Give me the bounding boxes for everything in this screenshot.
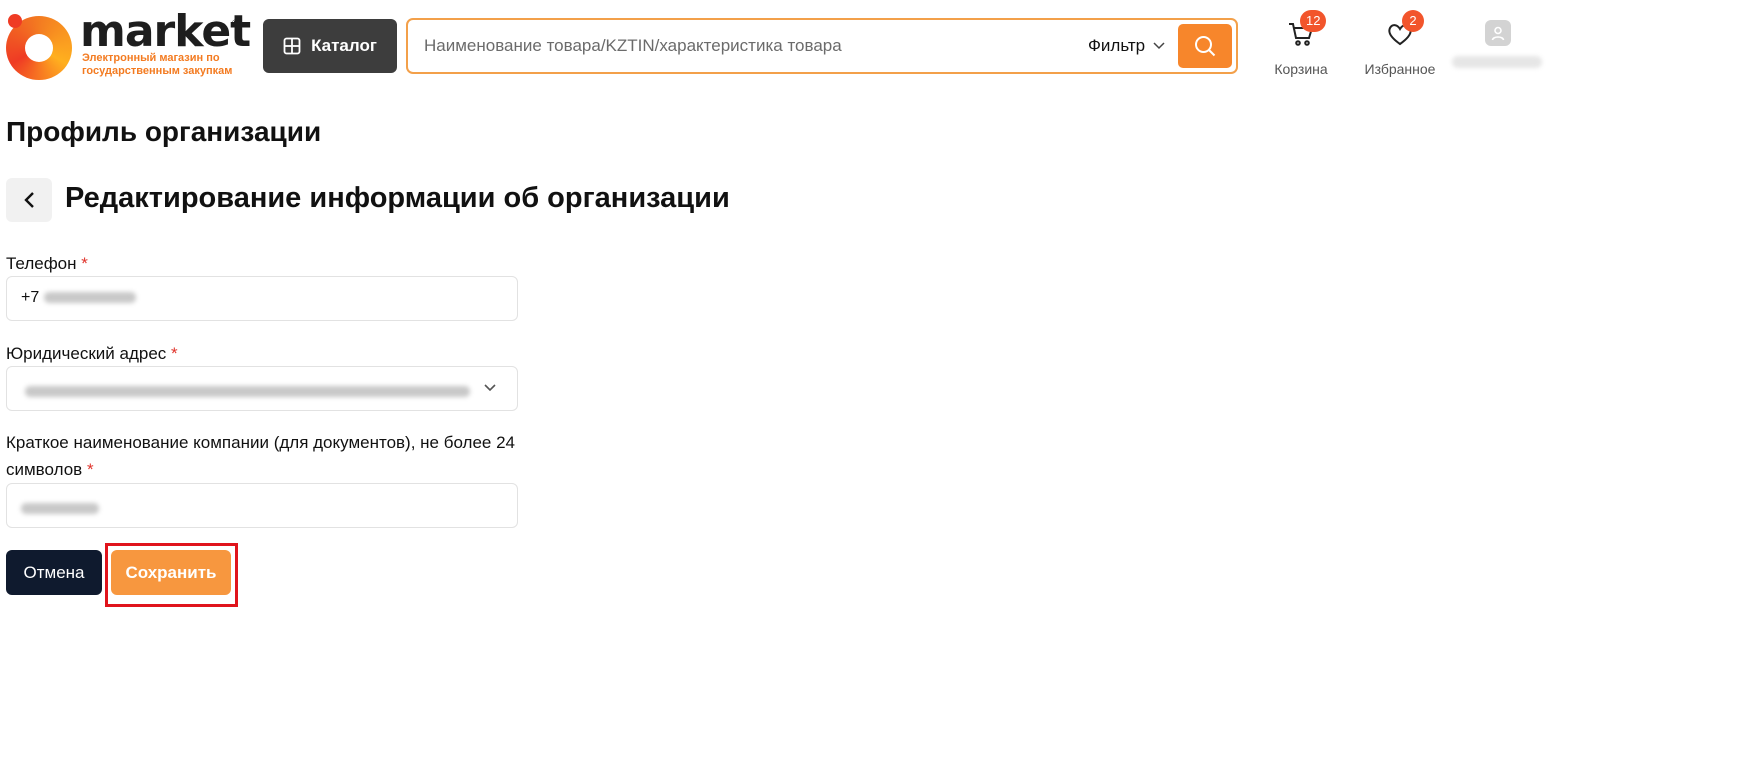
phone-input[interactable]: +7	[6, 276, 518, 321]
cart-label: Корзина	[1274, 61, 1328, 77]
search-icon	[1195, 36, 1216, 57]
phone-label-text: Телефон	[6, 254, 77, 273]
chevron-down-icon	[1153, 42, 1165, 50]
chevron-left-icon	[24, 192, 34, 208]
save-button[interactable]: Сохранить	[111, 550, 231, 595]
short-name-value	[21, 500, 99, 518]
favorites-button[interactable]: 2 Избранное	[1360, 10, 1440, 77]
address-label-text: Юридический адрес	[6, 344, 167, 363]
user-icon	[1485, 20, 1511, 46]
profile-name-blurred	[1452, 56, 1542, 68]
logo-dot-icon	[8, 14, 22, 28]
search-button[interactable]	[1178, 24, 1232, 68]
header: market ® Электронный магазин по государс…	[0, 0, 1744, 90]
chevron-down-icon	[484, 384, 496, 392]
search-box: Фильтр	[406, 18, 1238, 74]
section-title: Редактирование информации об организации	[65, 182, 730, 214]
logo-tagline: Электронный магазин по государственным з…	[82, 52, 233, 77]
address-select[interactable]	[6, 366, 518, 411]
short-name-label-text: Краткое наименование компании (для докум…	[6, 433, 516, 479]
cancel-button[interactable]: Отмена	[6, 550, 102, 595]
required-mark: *	[171, 344, 178, 363]
address-text-blurred	[25, 386, 470, 398]
logo-registered-mark: ®	[232, 18, 239, 28]
cart-button[interactable]: 12 Корзина	[1268, 10, 1334, 77]
short-name-blurred	[21, 503, 99, 515]
address-label: Юридический адрес *	[6, 340, 178, 367]
filter-label: Фильтр	[1088, 36, 1146, 55]
page-title: Профиль организации	[6, 116, 322, 147]
cart-count-badge: 12	[1300, 10, 1327, 32]
phone-number-blurred	[43, 292, 136, 304]
market-logo[interactable]: market ® Электронный магазин по государс…	[6, 6, 251, 80]
search-input[interactable]	[424, 28, 1064, 64]
back-button[interactable]	[6, 178, 52, 222]
short-name-input[interactable]	[6, 483, 518, 528]
required-mark: *	[81, 254, 88, 273]
short-name-label: Краткое наименование компании (для докум…	[6, 429, 526, 483]
address-value	[25, 383, 470, 401]
required-mark: *	[86, 460, 94, 479]
favorites-count-badge: 2	[1402, 10, 1424, 32]
catalog-button[interactable]: Каталог	[263, 19, 397, 73]
favorites-label: Избранное	[1364, 61, 1436, 77]
phone-value: +7	[21, 289, 136, 307]
phone-prefix: +7	[21, 289, 40, 306]
phone-label: Телефон *	[6, 250, 88, 277]
profile-button[interactable]	[1452, 16, 1544, 68]
logo-word: market	[80, 6, 251, 57]
catalog-label: Каталог	[311, 36, 377, 55]
grid-icon	[283, 37, 301, 55]
filter-dropdown[interactable]: Фильтр	[1088, 36, 1165, 56]
